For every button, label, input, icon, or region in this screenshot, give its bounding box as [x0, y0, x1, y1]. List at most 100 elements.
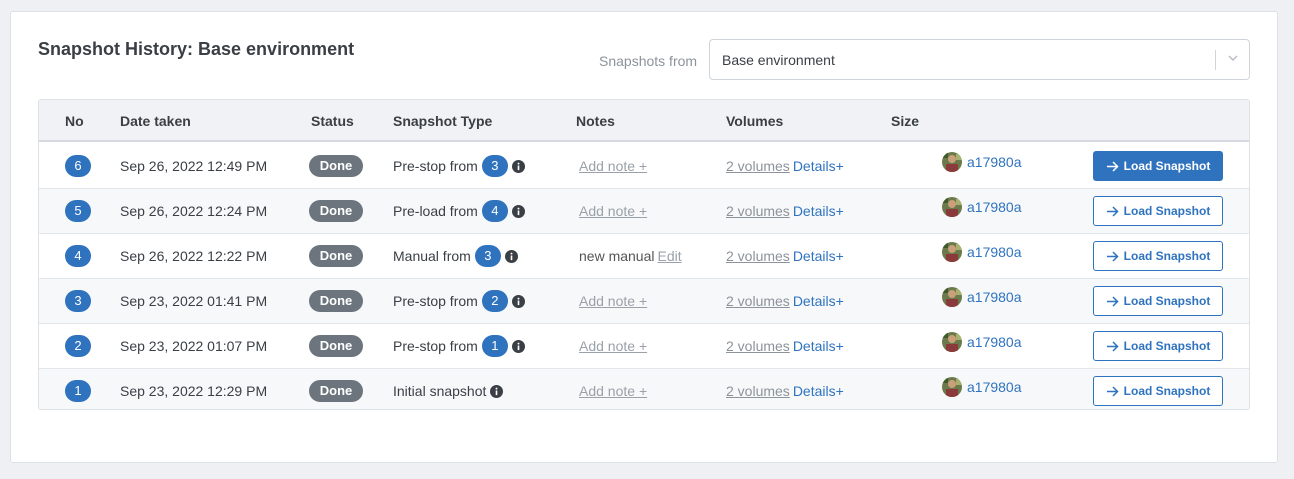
snapshot-author[interactable]: a17980a	[942, 377, 1022, 397]
snapshot-type: Pre-stop from 2	[393, 290, 525, 312]
snapshot-type-label: Pre-stop from	[393, 158, 478, 174]
author-name[interactable]: a17980a	[967, 154, 1022, 170]
from-snapshot-badge[interactable]: 4	[481, 200, 508, 222]
note-text[interactable]: Add note +	[579, 338, 647, 354]
arrow-right-icon	[1106, 385, 1119, 397]
snapshot-type: Pre-stop from 3	[393, 155, 525, 177]
details-link[interactable]: Details+	[793, 248, 844, 264]
snapshot-author[interactable]: a17980a	[942, 242, 1022, 262]
author-name[interactable]: a17980a	[967, 244, 1022, 260]
details-link[interactable]: Details+	[793, 338, 844, 354]
volumes-cell: 2 volumes Details+	[726, 158, 844, 174]
load-snapshot-button[interactable]: Load Snapshot	[1093, 196, 1223, 226]
snapshot-author[interactable]: a17980a	[942, 332, 1022, 352]
snapshot-type-label: Pre-load from	[393, 203, 478, 219]
volumes-cell: 2 volumes Details+	[726, 383, 844, 399]
load-snapshot-button[interactable]: Load Snapshot	[1093, 151, 1223, 181]
from-snapshot-badge[interactable]: 1	[481, 335, 508, 357]
details-link[interactable]: Details+	[793, 158, 844, 174]
status-badge: Done	[309, 290, 363, 312]
volumes-link[interactable]: 2 volumes	[726, 293, 790, 309]
snapshot-type-label: Pre-stop from	[393, 293, 478, 309]
table-row: 5 Sep 26, 2022 12:24 PM Done Pre-load fr…	[39, 189, 1249, 234]
volumes-link[interactable]: 2 volumes	[726, 383, 790, 399]
volumes-link[interactable]: 2 volumes	[726, 248, 790, 264]
table-row: 2 Sep 23, 2022 01:07 PM Done Pre-stop fr…	[39, 324, 1249, 369]
column-header-status: Status	[311, 113, 354, 129]
column-header-size: Size	[891, 113, 920, 129]
edit-note-link[interactable]: Edit	[658, 248, 682, 264]
avatar	[942, 332, 962, 352]
load-snapshot-button[interactable]: Load Snapshot	[1093, 331, 1223, 361]
snapshots-from-select[interactable]: Base environment	[709, 39, 1250, 80]
arrow-right-icon	[1106, 205, 1119, 217]
note-text[interactable]: Add note +	[579, 383, 647, 399]
load-snapshot-button[interactable]: Load Snapshot	[1093, 286, 1223, 316]
note-text[interactable]: Add note +	[579, 293, 647, 309]
avatar	[942, 377, 962, 397]
column-header-type: Snapshot Type	[393, 113, 493, 129]
info-icon[interactable]	[504, 249, 518, 263]
note-text[interactable]: Add note +	[579, 158, 647, 174]
snapshot-author[interactable]: a17980a	[942, 287, 1022, 307]
details-link[interactable]: Details+	[793, 203, 844, 219]
snapshot-type: Manual from 3	[393, 245, 518, 267]
author-name[interactable]: a17980a	[967, 199, 1022, 215]
info-icon[interactable]	[511, 204, 525, 218]
snapshot-type-label: Manual from	[393, 248, 471, 264]
snapshot-number-badge: 1	[65, 380, 91, 402]
info-icon[interactable]	[511, 294, 525, 308]
load-snapshot-label: Load Snapshot	[1123, 159, 1211, 173]
load-snapshot-label: Load Snapshot	[1123, 339, 1211, 353]
table-row: 3 Sep 23, 2022 01:41 PM Done Pre-stop fr…	[39, 279, 1249, 324]
details-link[interactable]: Details+	[793, 293, 844, 309]
snapshot-number-badge: 6	[65, 155, 91, 177]
table-row: 6 Sep 26, 2022 12:49 PM Done Pre-stop fr…	[39, 144, 1249, 189]
from-snapshot-badge[interactable]: 3	[474, 245, 501, 267]
date-taken: Sep 26, 2022 12:22 PM	[120, 248, 268, 264]
info-icon[interactable]	[490, 384, 504, 398]
author-name[interactable]: a17980a	[967, 379, 1022, 395]
volumes-cell: 2 volumes Details+	[726, 248, 844, 264]
status-badge: Done	[309, 335, 363, 357]
table-header: No Date taken Status Snapshot Type Notes…	[39, 100, 1249, 142]
load-snapshot-label: Load Snapshot	[1123, 249, 1211, 263]
volumes-cell: 2 volumes Details+	[726, 293, 844, 309]
avatar	[942, 152, 962, 172]
snapshot-author[interactable]: a17980a	[942, 152, 1022, 172]
author-name[interactable]: a17980a	[967, 289, 1022, 305]
info-icon[interactable]	[511, 159, 525, 173]
chevron-down-icon[interactable]	[1226, 51, 1240, 65]
select-separator	[1215, 50, 1216, 70]
load-snapshot-label: Load Snapshot	[1123, 294, 1211, 308]
details-link[interactable]: Details+	[793, 383, 844, 399]
snapshot-number-badge: 2	[65, 335, 91, 357]
date-taken: Sep 26, 2022 12:49 PM	[120, 158, 268, 174]
load-snapshot-button[interactable]: Load Snapshot	[1093, 241, 1223, 271]
author-name[interactable]: a17980a	[967, 334, 1022, 350]
note-text[interactable]: Add note +	[579, 203, 647, 219]
info-icon[interactable]	[511, 339, 525, 353]
arrow-right-icon	[1106, 160, 1119, 172]
snapshot-author[interactable]: a17980a	[942, 197, 1022, 217]
volumes-link[interactable]: 2 volumes	[726, 338, 790, 354]
table-row: 1 Sep 23, 2022 12:29 PM Done Initial sna…	[39, 369, 1249, 409]
volumes-cell: 2 volumes Details+	[726, 203, 844, 219]
snapshots-from-value: Base environment	[722, 52, 835, 68]
status-badge: Done	[309, 380, 363, 402]
column-header-notes: Notes	[576, 113, 615, 129]
volumes-link[interactable]: 2 volumes	[726, 158, 790, 174]
note-text: new manual	[579, 248, 655, 264]
load-snapshot-button[interactable]: Load Snapshot	[1093, 376, 1223, 406]
from-snapshot-badge[interactable]: 3	[481, 155, 508, 177]
page-title: Snapshot History: Base environment	[38, 39, 355, 59]
volumes-link[interactable]: 2 volumes	[726, 203, 790, 219]
avatar	[942, 287, 962, 307]
from-snapshot-badge[interactable]: 2	[481, 290, 508, 312]
notes-cell: Add note +	[579, 383, 647, 399]
snapshot-number-badge: 5	[65, 200, 91, 222]
snapshots-from-label: Snapshots from	[599, 53, 698, 69]
table-row: 4 Sep 26, 2022 12:22 PM Done Manual from…	[39, 234, 1249, 279]
load-snapshot-label: Load Snapshot	[1123, 384, 1211, 398]
date-taken: Sep 23, 2022 12:29 PM	[120, 383, 268, 399]
